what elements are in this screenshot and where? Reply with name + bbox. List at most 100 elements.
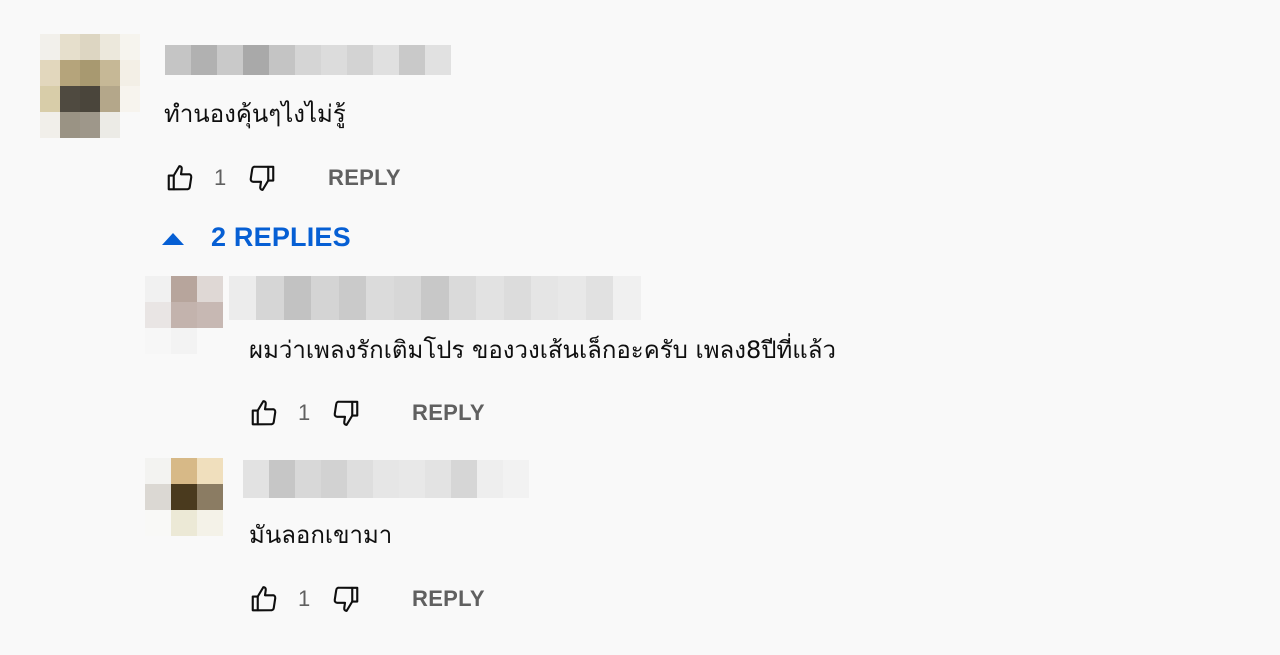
- author-name-pixel: [503, 276, 531, 320]
- avatar-pixel: [60, 34, 80, 60]
- thumbs-up-icon: [251, 586, 277, 612]
- replies-toggle-button[interactable]: 2 REPLIES: [162, 222, 351, 253]
- comment-author-name[interactable]: [243, 460, 529, 498]
- avatar-pixel: [197, 484, 223, 510]
- author-name-pixel: [321, 45, 347, 75]
- like-count: 1: [298, 586, 311, 611]
- author-name-pixel: [373, 45, 399, 75]
- author-name-pixel: [311, 276, 339, 320]
- comment-actions: 1 REPLY: [248, 397, 485, 429]
- dislike-button[interactable]: [330, 583, 362, 615]
- avatar-pixel: [40, 112, 60, 138]
- author-name-pixel: [229, 276, 257, 320]
- author-name-pixel: [165, 45, 191, 75]
- author-name-pixel: [585, 276, 614, 320]
- avatar-pixel: [80, 60, 100, 86]
- avatar-pixel: [60, 86, 80, 112]
- author-name-pixel: [256, 276, 284, 320]
- avatar-pixel: [120, 60, 140, 86]
- author-name-pixel: [269, 45, 295, 75]
- comment-text: ผมว่าเพลงรักเติมโปร ของวงเส้นเล็กอะครับ …: [249, 336, 836, 364]
- author-name-pixel: [283, 276, 312, 320]
- author-name-pixel: [399, 45, 425, 75]
- author-name-pixel: [477, 460, 503, 498]
- comment-author-name[interactable]: [229, 276, 641, 320]
- like-button[interactable]: [248, 583, 280, 615]
- avatar-pixel: [197, 328, 223, 354]
- reply-button[interactable]: REPLY: [412, 586, 485, 612]
- avatar-pixel: [80, 34, 100, 60]
- thumbs-up-icon: [251, 400, 277, 426]
- author-name-pixel: [421, 276, 449, 320]
- author-name-pixel: [243, 460, 269, 498]
- author-name-pixel: [613, 276, 641, 320]
- comment-text: ทำนองคุ้นๆไงไม่รู้: [164, 100, 346, 128]
- avatar[interactable]: [145, 458, 223, 536]
- author-name-pixel: [217, 45, 243, 75]
- avatar-pixel: [100, 112, 120, 138]
- avatar-pixel: [171, 458, 197, 484]
- author-name-pixel: [425, 45, 451, 75]
- comment-author-name[interactable]: [165, 45, 451, 75]
- author-name-pixel: [347, 460, 373, 498]
- author-name-pixel: [295, 460, 321, 498]
- author-name-pixel: [476, 276, 504, 320]
- author-name-pixel: [243, 45, 269, 75]
- avatar-pixel: [171, 484, 197, 510]
- avatar-pixel: [171, 302, 197, 328]
- like-count: 1: [214, 165, 227, 190]
- avatar-pixel: [197, 276, 223, 302]
- avatar-pixel: [100, 86, 120, 112]
- thumbs-up-icon: [167, 165, 193, 191]
- avatar-pixel: [40, 34, 60, 60]
- avatar-pixel: [120, 112, 140, 138]
- comment-actions: 1 REPLY: [164, 162, 401, 194]
- avatar-pixel: [197, 302, 223, 328]
- avatar-pixel: [145, 458, 171, 484]
- reply-button[interactable]: REPLY: [328, 165, 401, 191]
- avatar-pixel: [197, 458, 223, 484]
- author-name-pixel: [321, 460, 347, 498]
- author-name-pixel: [366, 276, 394, 320]
- author-name-pixel: [503, 460, 529, 498]
- like-button[interactable]: [164, 162, 196, 194]
- author-name-pixel: [451, 460, 477, 498]
- avatar-pixel: [171, 328, 197, 354]
- author-name-pixel: [373, 460, 399, 498]
- like-button[interactable]: [248, 397, 280, 429]
- author-name-pixel: [338, 276, 367, 320]
- avatar-pixel: [40, 60, 60, 86]
- avatar-pixel: [80, 86, 100, 112]
- avatar[interactable]: [145, 276, 223, 354]
- thumbs-down-icon: [333, 586, 359, 612]
- like-count: 1: [298, 400, 311, 425]
- avatar-pixel: [171, 510, 197, 536]
- reply-button[interactable]: REPLY: [412, 400, 485, 426]
- caret-up-icon: [162, 232, 184, 245]
- dislike-button[interactable]: [246, 162, 278, 194]
- comment-thread: ทำนองคุ้นๆไงไม่รู้ 1 REPLY 2 REPLIES ผมว…: [0, 0, 1280, 655]
- author-name-pixel: [295, 45, 321, 75]
- comment-actions: 1 REPLY: [248, 583, 485, 615]
- avatar-pixel: [145, 510, 171, 536]
- author-name-pixel: [347, 45, 373, 75]
- avatar-pixel: [145, 276, 171, 302]
- avatar-pixel: [100, 60, 120, 86]
- dislike-button[interactable]: [330, 397, 362, 429]
- avatar-pixel: [40, 86, 60, 112]
- avatar-pixel: [80, 112, 100, 138]
- avatar-pixel: [145, 484, 171, 510]
- comment-text: มันลอกเขามา: [249, 521, 393, 549]
- author-name-pixel: [448, 276, 477, 320]
- avatar[interactable]: [40, 34, 140, 138]
- author-name-pixel: [399, 460, 425, 498]
- avatar-pixel: [60, 112, 80, 138]
- replies-toggle-label: 2 REPLIES: [211, 222, 351, 252]
- thumbs-down-icon: [249, 165, 275, 191]
- thumbs-down-icon: [333, 400, 359, 426]
- author-name-pixel: [425, 460, 451, 498]
- author-name-pixel: [393, 276, 422, 320]
- author-name-pixel: [530, 276, 559, 320]
- avatar-pixel: [120, 34, 140, 60]
- avatar-pixel: [100, 34, 120, 60]
